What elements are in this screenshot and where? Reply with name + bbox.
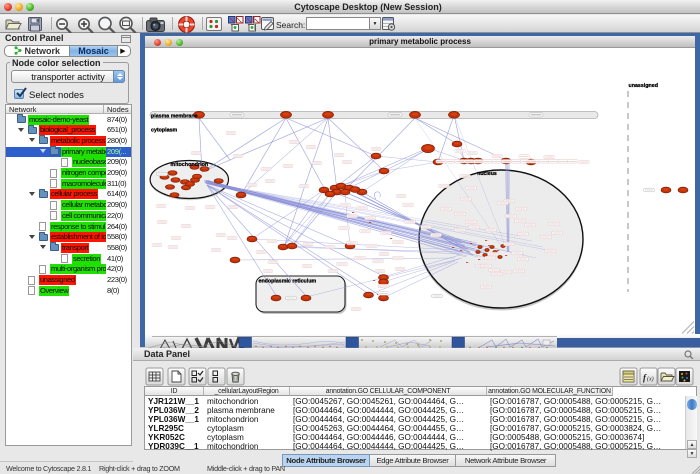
svg-text:plasma membrane: plasma membrane	[151, 113, 198, 119]
svg-text:cytoplasm: cytoplasm	[151, 128, 177, 134]
svg-text:(x): (x)	[647, 376, 654, 383]
svg-text:unassigned: unassigned	[629, 83, 658, 89]
svg-text:nucleus: nucleus	[477, 171, 497, 177]
svg-text:endoplasmic reticulum: endoplasmic reticulum	[259, 279, 317, 285]
svg-text:mitochondrion: mitochondrion	[170, 162, 208, 168]
